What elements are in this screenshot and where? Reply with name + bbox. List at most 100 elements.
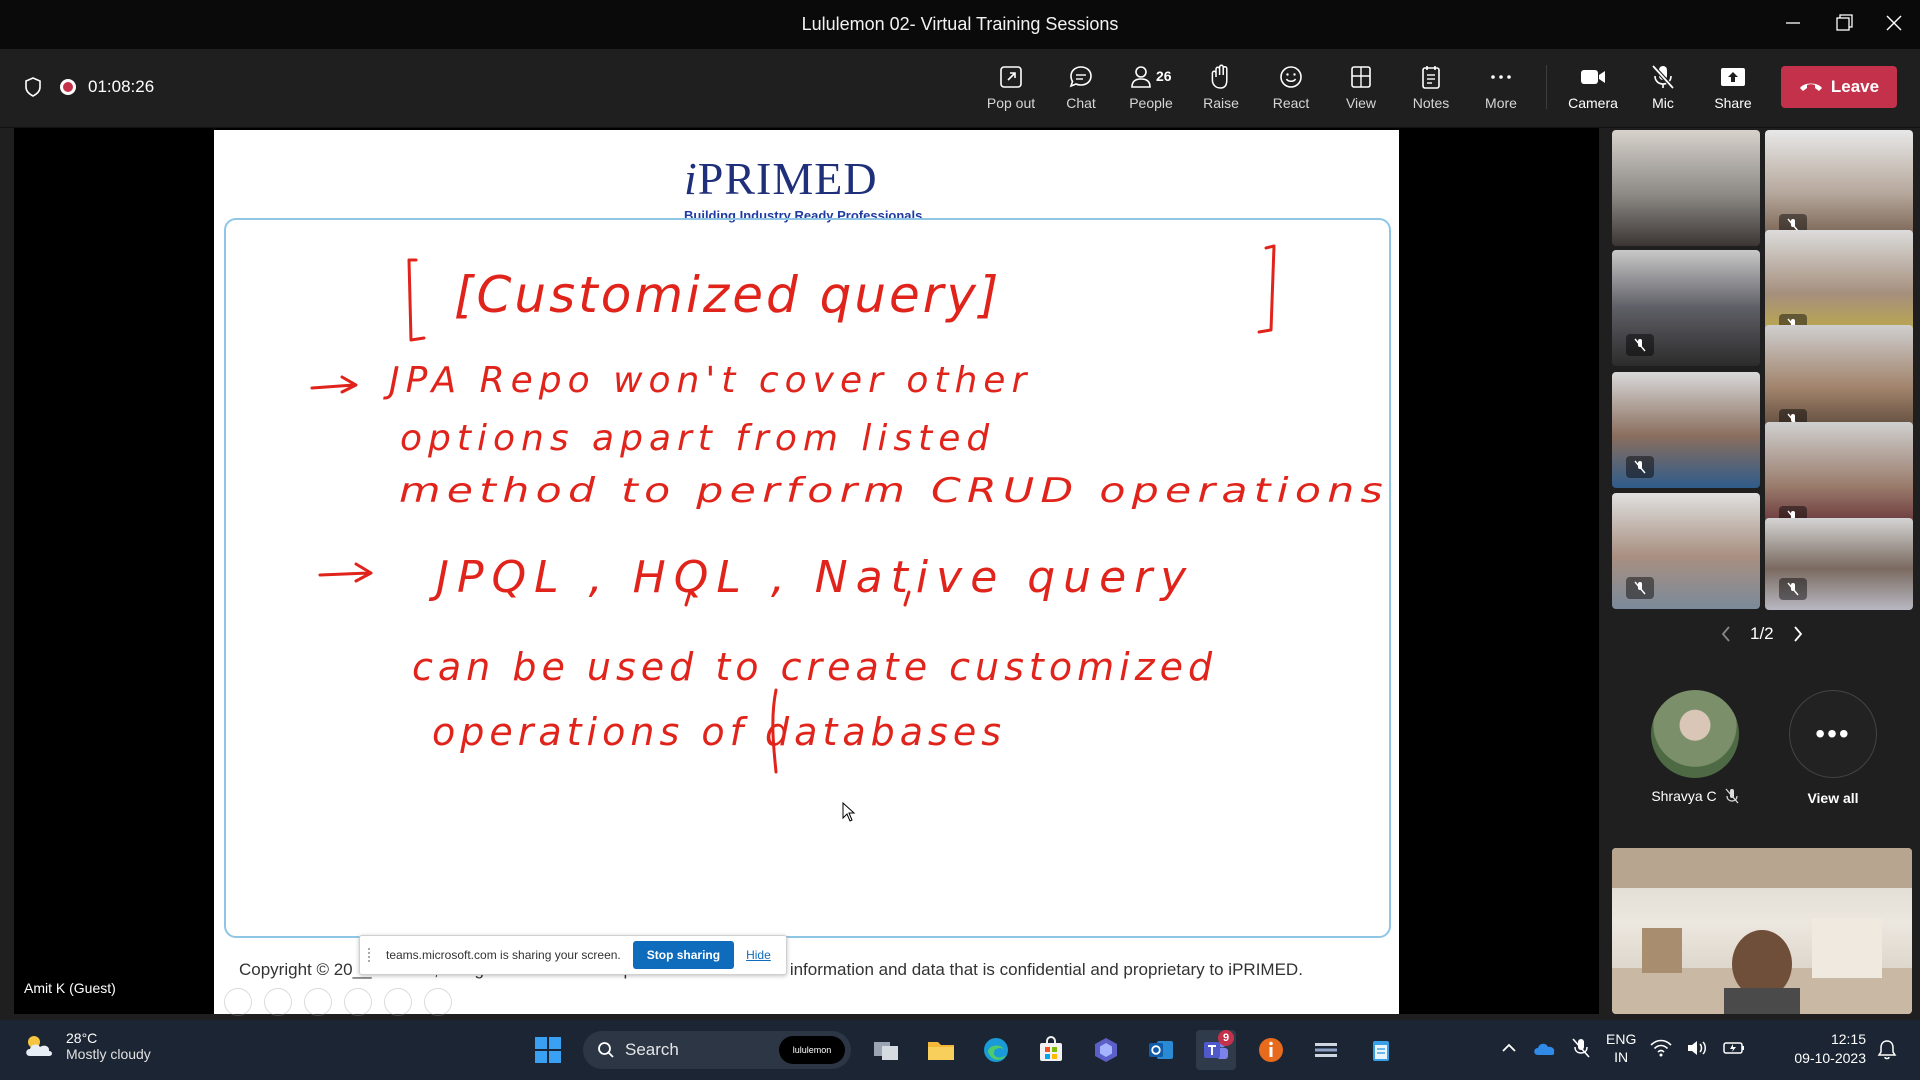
teams-notification-badge: 9 [1218,1030,1234,1046]
zoom-icon[interactable] [384,988,412,1016]
taskbar-apps: Search lululemon 9 [528,1030,1401,1070]
more-button[interactable]: More [1468,59,1534,119]
people-button[interactable]: 26 People [1118,59,1184,119]
notepad-icon [1373,1041,1389,1061]
info-app-button[interactable] [1251,1030,1291,1070]
task-view-button[interactable] [866,1030,906,1070]
battery-icon[interactable] [1722,1039,1746,1057]
pop-out-button[interactable]: Pop out [978,59,1044,119]
ink-line-1: JPA Repo won't cover other [383,360,1032,401]
share-label: Share [1714,95,1752,111]
self-view-scene [1612,848,1912,1014]
participant-tile[interactable] [1765,130,1913,246]
slide-more-icon[interactable] [424,988,452,1016]
react-button[interactable]: React [1258,59,1324,119]
teams-button[interactable]: 9 [1196,1030,1236,1070]
clock-time: 12:15 [1830,1031,1866,1047]
start-button[interactable] [528,1030,568,1070]
folder-icon [928,1042,954,1060]
pen-icon[interactable] [304,988,332,1016]
close-window-button[interactable] [1874,10,1914,36]
edge-icon [984,1038,1008,1062]
recording-icon [60,79,76,95]
phone-hangup-icon [1799,83,1822,91]
shield-icon[interactable] [24,77,42,97]
arrow-2 [318,562,373,583]
taskbar-clock[interactable]: 12:15 09-10-2023 [1784,1030,1866,1068]
drag-handle-icon[interactable] [368,948,376,962]
hide-link[interactable]: Hide [746,948,771,962]
bracket-left [407,258,426,342]
ink-line-6: operations of databases [432,710,1006,754]
pop-out-label: Pop out [986,95,1036,111]
sharing-message: teams.microsoft.com is sharing your scre… [386,948,621,962]
clock-date: 09-10-2023 [1794,1050,1866,1066]
wifi-icon[interactable] [1650,1039,1672,1057]
ink-line-2: options apart from listed [400,418,995,459]
chevron-right-icon[interactable] [1792,625,1804,643]
mic-off-tray-icon[interactable] [1570,1037,1592,1059]
slide-next-icon[interactable] [264,988,292,1016]
minimize-button[interactable] [1773,10,1813,36]
mic-muted-icon [1626,334,1654,356]
handwritten-notes: [Customized query] JPA Repo won't cover … [310,244,1384,774]
search-label: Search [625,1040,679,1059]
weather-widget[interactable]: 28°C Mostly cloudy [22,1030,151,1062]
stripes-app-button[interactable] [1306,1030,1346,1070]
chevron-up-icon[interactable] [1500,1039,1518,1057]
people-label: People [1129,95,1173,111]
share-screen-icon [1721,68,1745,86]
view-all-participants[interactable]: ••• View all [1783,690,1883,806]
sharing-notification-bar: teams.microsoft.com is sharing your scre… [359,935,787,975]
store-icon [1040,1036,1062,1061]
outlook-button[interactable] [1141,1030,1181,1070]
stripes-app-icon [1315,1043,1337,1057]
share-button[interactable]: Share [1700,59,1766,119]
notes-button[interactable]: Notes [1398,59,1464,119]
participant-tile[interactable] [1612,372,1760,488]
system-tray: ENG IN [1500,1030,1746,1066]
view-button[interactable]: View [1328,59,1394,119]
layout-icon [1351,66,1371,88]
onedrive-icon[interactable] [1532,1039,1556,1057]
mic-button[interactable]: Mic [1630,59,1696,119]
stop-sharing-button[interactable]: Stop sharing [632,941,735,969]
smiley-icon [1280,66,1302,88]
task-view-icon [874,1042,898,1060]
file-explorer-button[interactable] [921,1030,961,1070]
slide-prev-icon[interactable] [224,988,252,1016]
store-button[interactable] [1031,1030,1071,1070]
copilot-button[interactable] [1086,1030,1126,1070]
taskbar-search[interactable]: Search lululemon [583,1031,851,1069]
mic-off-icon [1651,64,1675,90]
chat-button[interactable]: Chat [1048,59,1114,119]
pop-out-icon [1000,66,1022,88]
self-view-video[interactable] [1612,848,1912,1014]
language-code: ENG [1606,1031,1637,1047]
leave-label: Leave [1830,77,1880,96]
participant-tile[interactable] [1612,493,1760,609]
gallery-pager: 1/2 [1720,624,1804,644]
view-all-label: View all [1807,790,1859,806]
presenter-name: Amit K (Guest) [24,980,116,996]
weather-description: Mostly cloudy [66,1046,151,1062]
language-indicator[interactable]: ENG IN [1606,1030,1636,1066]
notification-bell-icon[interactable] [1876,1039,1898,1061]
participant-tile[interactable] [1612,250,1760,366]
raise-hand-button[interactable]: Raise [1188,59,1254,119]
restore-button[interactable] [1825,10,1865,36]
hand-icon [1211,64,1228,89]
outlook-icon [1149,1041,1173,1059]
cloudy-weather-icon [26,1036,52,1056]
volume-icon[interactable] [1686,1039,1708,1057]
camera-button[interactable]: Camera [1560,59,1626,119]
participant-tile[interactable] [1765,518,1913,610]
edge-browser-button[interactable] [976,1030,1016,1070]
raise-label: Raise [1203,95,1239,111]
slides-grid-icon[interactable] [344,988,372,1016]
featured-participant[interactable]: Shravya C [1641,690,1749,804]
leave-button[interactable]: Leave [1781,66,1897,108]
chevron-left-icon[interactable] [1720,625,1732,643]
participant-tile[interactable] [1612,130,1760,246]
notepad-button[interactable] [1361,1030,1401,1070]
